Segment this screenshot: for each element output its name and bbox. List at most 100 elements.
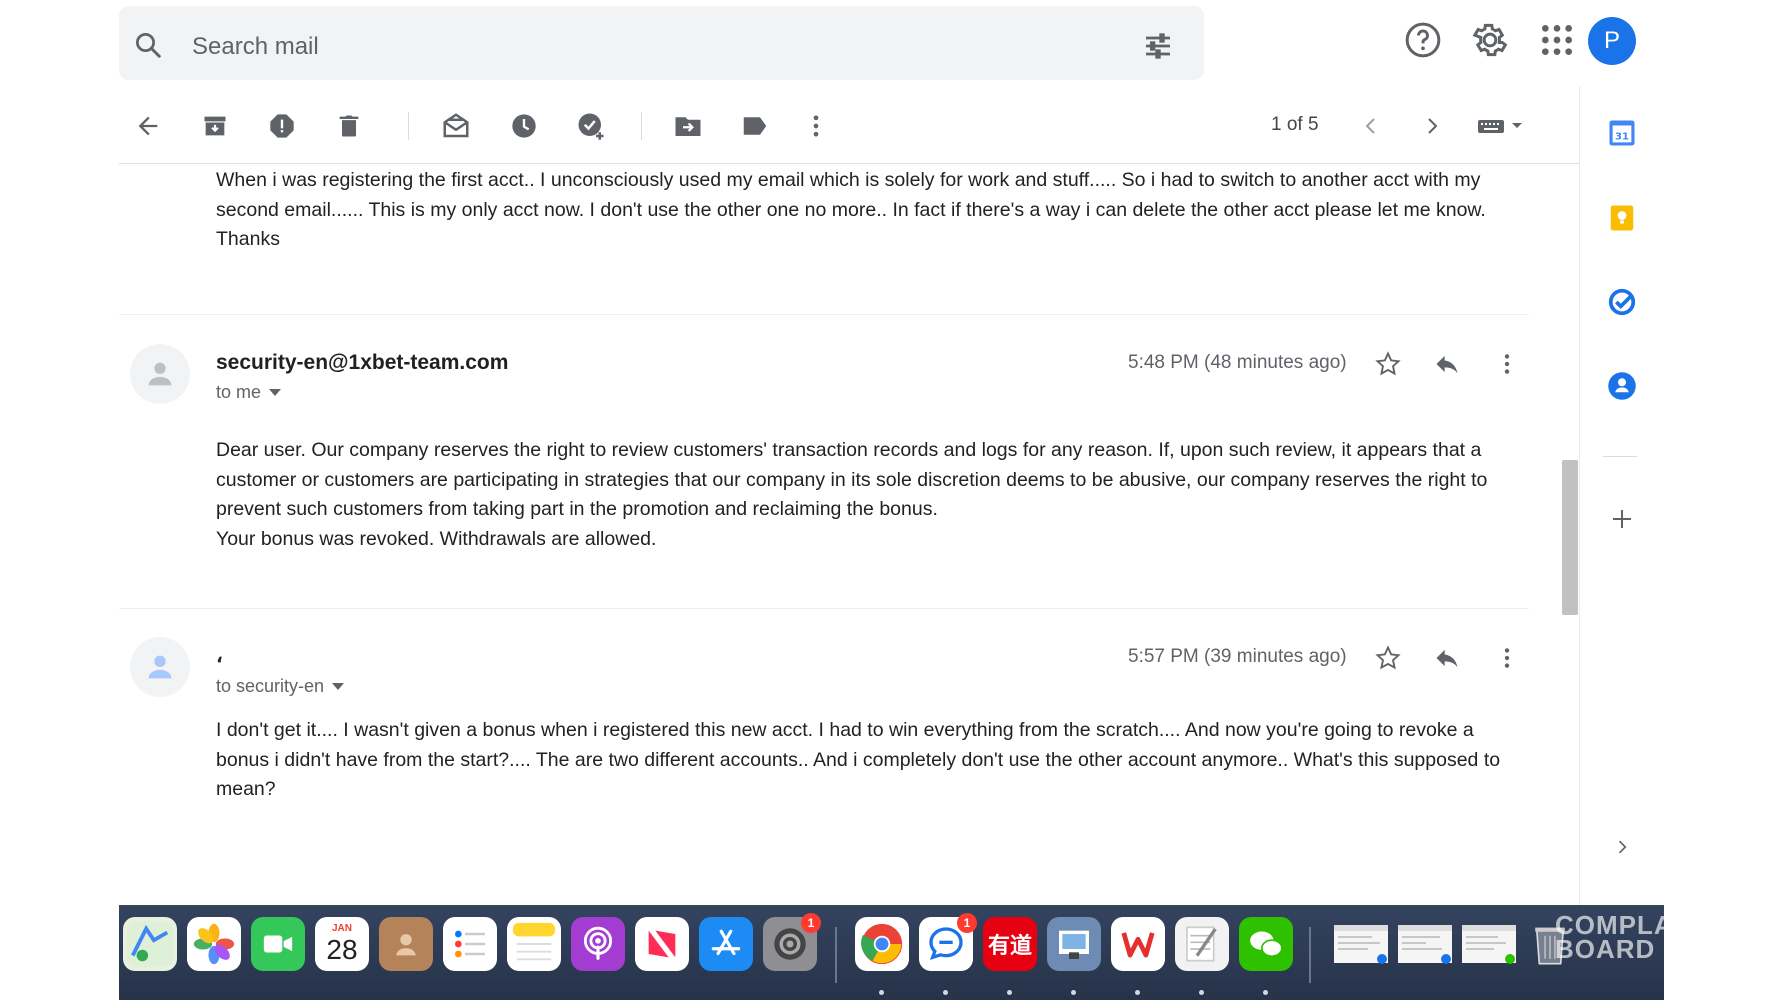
running-indicator (1071, 990, 1076, 995)
dock-app-podcasts[interactable] (571, 917, 625, 971)
move-to-button[interactable] (672, 110, 704, 142)
message-timestamp: 5:48 PM (48 minutes ago) (1128, 352, 1347, 373)
dock-app-wps[interactable] (1111, 917, 1165, 995)
delete-button[interactable] (333, 110, 365, 142)
dock-app-system-settings[interactable]: 1 (763, 913, 821, 971)
notes-icon (512, 922, 556, 966)
search-icon[interactable] (133, 30, 163, 60)
older-button[interactable] (1416, 110, 1448, 142)
search-bar[interactable]: Search mail (119, 6, 1204, 80)
dock-app-news[interactable] (635, 917, 689, 971)
notification-badge: 1 (957, 913, 977, 933)
wps-icon (1121, 932, 1155, 958)
dock-app-facetime[interactable] (251, 917, 305, 971)
running-indicator (1007, 990, 1012, 995)
clock-icon (512, 114, 536, 138)
dock-app-maps[interactable] (123, 917, 177, 971)
maps-icon (127, 921, 173, 967)
recipient-details[interactable]: to security-en (216, 676, 345, 697)
apps-grid-icon[interactable] (1537, 20, 1577, 60)
show-side-panel-button[interactable] (1605, 830, 1639, 864)
running-indicator (943, 990, 948, 995)
dock-app-app-store[interactable] (699, 917, 753, 971)
running-indicator (879, 990, 884, 995)
dock-window-thumbnail[interactable] (1395, 917, 1455, 971)
archive-button[interactable] (199, 110, 231, 142)
dock-app-preview[interactable] (1047, 917, 1101, 995)
dock-app-textedit[interactable] (1175, 917, 1229, 995)
preview-icon (1059, 930, 1089, 959)
caret-down-icon[interactable] (332, 682, 345, 691)
reply-button[interactable] (1431, 642, 1463, 674)
settings-gear-icon[interactable] (1470, 20, 1510, 60)
contacts-icon (1608, 372, 1636, 400)
search-options-icon[interactable] (1142, 30, 1174, 62)
back-button[interactable] (132, 110, 164, 142)
dock-app-notes[interactable] (507, 917, 561, 971)
dock-window-thumbnail[interactable] (1459, 917, 1519, 971)
window-thumbnail-icon (1398, 925, 1452, 964)
newer-button[interactable] (1355, 110, 1387, 142)
input-tools-button[interactable] (1474, 110, 1534, 142)
keep-icon (1610, 205, 1634, 231)
star-button[interactable] (1372, 348, 1404, 380)
dock-app-youdao[interactable]: 有道 (983, 917, 1037, 995)
report-spam-icon (270, 114, 294, 138)
sender-name[interactable]: ، (216, 643, 223, 668)
keep-addon[interactable] (1605, 201, 1639, 235)
tasks-addon[interactable] (1605, 285, 1639, 319)
dock-app-calendar[interactable]: JAN 28 (315, 917, 369, 971)
help-icon[interactable] (1403, 20, 1443, 60)
body-line: When i was registering the first acct.. … (216, 169, 1481, 191)
chevron-right-icon (1428, 118, 1438, 134)
trash-icon (339, 115, 359, 137)
message-more-button[interactable] (1491, 348, 1523, 380)
labels-button[interactable] (739, 110, 771, 142)
back-arrow-icon (138, 116, 158, 136)
dock-separator (1309, 927, 1311, 983)
account-avatar[interactable]: P (1588, 17, 1636, 65)
dock-app-photos[interactable] (187, 917, 241, 971)
archive-icon (204, 116, 226, 136)
label-icon (743, 117, 767, 135)
body-line: second email...... This is my only acct … (216, 198, 1486, 221)
news-icon (648, 930, 676, 958)
plus-icon (1613, 510, 1631, 528)
sender-avatar[interactable] (130, 637, 190, 697)
caret-down-icon[interactable] (269, 388, 282, 397)
report-spam-button[interactable] (266, 110, 298, 142)
dock-app-contacts[interactable] (379, 917, 433, 971)
more-actions-button[interactable] (800, 110, 832, 142)
more-vert-icon (813, 115, 819, 137)
vertical-scrollbar[interactable] (1562, 460, 1578, 615)
dock-app-chrome[interactable] (855, 917, 909, 995)
reply-button[interactable] (1431, 348, 1463, 380)
add-to-tasks-button[interactable] (575, 110, 607, 142)
macos-dock: JAN 28 1 1 有道 COMPLA BOARD (119, 905, 1673, 1000)
recipient-details[interactable]: to me (216, 382, 282, 403)
pagination-text: 1 of 5 (1271, 114, 1319, 135)
mark-unread-button[interactable] (440, 110, 472, 142)
running-indicator (1135, 990, 1140, 995)
contacts-addon[interactable] (1605, 369, 1639, 403)
dock-app-wechat[interactable] (1239, 917, 1293, 995)
contacts-book-icon (396, 934, 416, 956)
dock-app-messages[interactable]: 1 (919, 913, 977, 995)
dock-window-thumbnail[interactable] (1331, 917, 1391, 971)
dock-app-reminders[interactable] (443, 917, 497, 971)
body-line: Dear user. Our company reserves the righ… (216, 439, 1482, 461)
snooze-button[interactable] (508, 110, 540, 142)
watermark-logo: COMPLA BOARD (1555, 912, 1674, 962)
body-line: bonus i didn't have from the start?.... … (216, 748, 1501, 771)
sender-avatar[interactable] (130, 344, 190, 404)
message-thread: When i was registering the first acct.. … (119, 164, 1579, 904)
search-input[interactable]: Search mail (192, 33, 319, 61)
sender-name[interactable]: security-en@1xbet-team.com (216, 351, 508, 375)
message-toolbar: 1 of 5 (119, 96, 1579, 156)
star-button[interactable] (1372, 642, 1404, 674)
message-more-button[interactable] (1491, 642, 1523, 674)
calendar-addon[interactable]: 31 (1605, 116, 1639, 150)
textedit-icon (1186, 926, 1217, 962)
get-addons-button[interactable] (1605, 502, 1639, 536)
window-thumbnail-icon (1334, 925, 1388, 964)
